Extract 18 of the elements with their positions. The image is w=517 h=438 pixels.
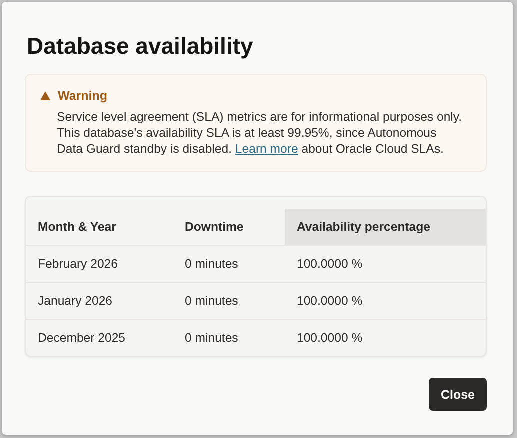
close-button[interactable]: Close <box>428 378 487 411</box>
warning-heading: Warning <box>58 89 108 103</box>
table-cell: January 2026 <box>26 282 173 320</box>
column-header[interactable]: Availability percentage <box>285 209 486 246</box>
warning-icon <box>40 91 51 101</box>
table-cell: 0 minutes <box>173 246 285 282</box>
column-header[interactable]: Downtime <box>173 209 285 246</box>
table-cell: February 2026 <box>26 246 173 282</box>
table-cell: December 2025 <box>26 320 173 356</box>
column-header[interactable]: Month & Year <box>26 209 173 246</box>
table-cell: 0 minutes <box>173 320 285 356</box>
table-cell: 100.0000 % <box>285 282 486 320</box>
table-cell: 100.0000 % <box>285 246 486 282</box>
learn-more-link[interactable]: Learn more <box>235 142 298 156</box>
table-cell: 100.0000 % <box>285 320 486 356</box>
warning-message: Service level agreement (SLA) metrics are for informational purposes only. This database's availability SLA is at least 99.95%, since Autonomous Data Guard standby is disabled. Learn more about Oracle Cloud SLAs. <box>57 109 464 157</box>
dialog-title: Database availability <box>27 32 254 60</box>
table-cell: 0 minutes <box>173 282 285 320</box>
